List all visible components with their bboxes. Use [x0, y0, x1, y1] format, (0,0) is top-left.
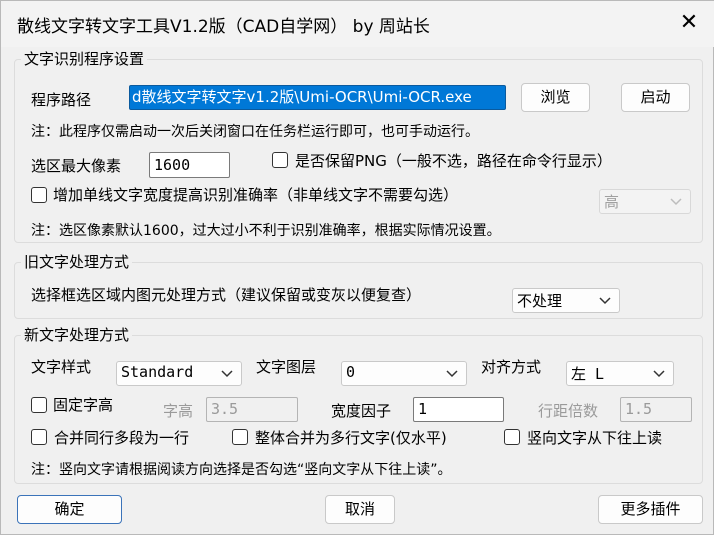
- text-style-select[interactable]: Standard: [116, 361, 242, 386]
- height-input[interactable]: 3.5: [206, 397, 298, 422]
- launch-button[interactable]: 启动: [621, 83, 690, 112]
- align-label: 对齐方式: [481, 358, 542, 376]
- program-settings-legend: 文字识别程序设置: [21, 48, 148, 69]
- text-layer-select[interactable]: 0: [341, 361, 467, 386]
- merge-multiline-label: 整体合并为多行文字(仅水平): [255, 429, 447, 447]
- chevron-down-icon: [599, 297, 611, 305]
- increase-width-label: 增加单线文字宽度提高识别准确率（非单线文字不需要勾选）: [53, 186, 459, 204]
- merge-lines-checkbox[interactable]: [31, 429, 47, 445]
- merge-lines-label: 合并同行多段为一行: [54, 429, 190, 447]
- accuracy-select-value: 高: [604, 193, 620, 211]
- old-text-method-select[interactable]: 不处理: [512, 288, 620, 313]
- text-style-value: Standard: [121, 363, 194, 381]
- line-spacing-label: 行距倍数: [538, 402, 599, 420]
- more-plugins-button[interactable]: 更多插件: [598, 495, 703, 524]
- path-input[interactable]: d散线文字转文字v1.2版\Umi-OCR\Umi-OCR.exe: [129, 85, 506, 110]
- increase-width-checkbox[interactable]: [31, 187, 47, 203]
- path-label: 程序路径: [31, 91, 92, 109]
- vertical-text-label: 竖向文字从下往上读: [527, 429, 663, 447]
- keep-png-label: 是否保留PNG（一般不选，路径在命令行显示）: [295, 152, 612, 170]
- window-title: 散线文字转文字工具V1.2版（CAD自学网） by 周站长: [17, 17, 430, 37]
- fixed-height-checkbox[interactable]: [31, 397, 47, 413]
- chevron-down-icon: [653, 370, 665, 378]
- chevron-down-icon: [221, 370, 233, 378]
- new-text-legend: 新文字处理方式: [21, 324, 133, 345]
- text-style-label: 文字样式: [31, 358, 92, 376]
- chevron-down-icon: [446, 370, 458, 378]
- dialog-window: 散线文字转文字工具V1.2版（CAD自学网） by 周站长 ✕ 文字识别程序设置…: [0, 0, 714, 535]
- program-note: 注：此程序仅需启动一次后关闭窗口在任务栏运行即可，也可手动运行。: [31, 124, 479, 140]
- accuracy-select[interactable]: 高: [599, 189, 691, 214]
- vertical-text-checkbox[interactable]: [504, 429, 520, 445]
- merge-multiline-checkbox[interactable]: [232, 429, 248, 445]
- max-pixels-label: 选区最大像素: [31, 157, 122, 175]
- keep-png-checkbox[interactable]: [272, 152, 288, 168]
- ok-button[interactable]: 确定: [17, 495, 122, 524]
- align-value: 左 L: [571, 365, 605, 383]
- text-layer-value: 0: [346, 363, 356, 381]
- line-spacing-input[interactable]: 1.5: [620, 397, 692, 422]
- height-label: 字高: [163, 402, 194, 420]
- text-layer-label: 文字图层: [256, 358, 317, 376]
- pixels-note: 注：选区像素默认1600，过大过小不利于识别准确率，根据实际情况设置。: [31, 223, 501, 239]
- close-icon[interactable]: ✕: [677, 11, 701, 35]
- fixed-height-label: 固定字高: [53, 396, 114, 414]
- browse-button[interactable]: 浏览: [521, 83, 590, 112]
- title-bar: 散线文字转文字工具V1.2版（CAD自学网） by 周站长 ✕: [1, 1, 714, 47]
- vertical-note: 注：竖向文字请根据阅读方向选择是否勾选“竖向文字从下往上读”。: [31, 462, 452, 478]
- chevron-down-icon: [670, 198, 682, 206]
- old-text-method-value: 不处理: [517, 292, 563, 310]
- old-text-method-label: 选择框选区域内图元处理方式（建议保留或变灰以便复查）: [31, 286, 422, 304]
- width-factor-input[interactable]: 1: [413, 397, 504, 422]
- align-select[interactable]: 左 L: [566, 361, 674, 386]
- max-pixels-input[interactable]: 1600: [149, 152, 230, 178]
- width-factor-label: 宽度因子: [331, 402, 392, 420]
- cancel-button[interactable]: 取消: [325, 495, 395, 524]
- old-text-legend: 旧文字处理方式: [21, 251, 133, 272]
